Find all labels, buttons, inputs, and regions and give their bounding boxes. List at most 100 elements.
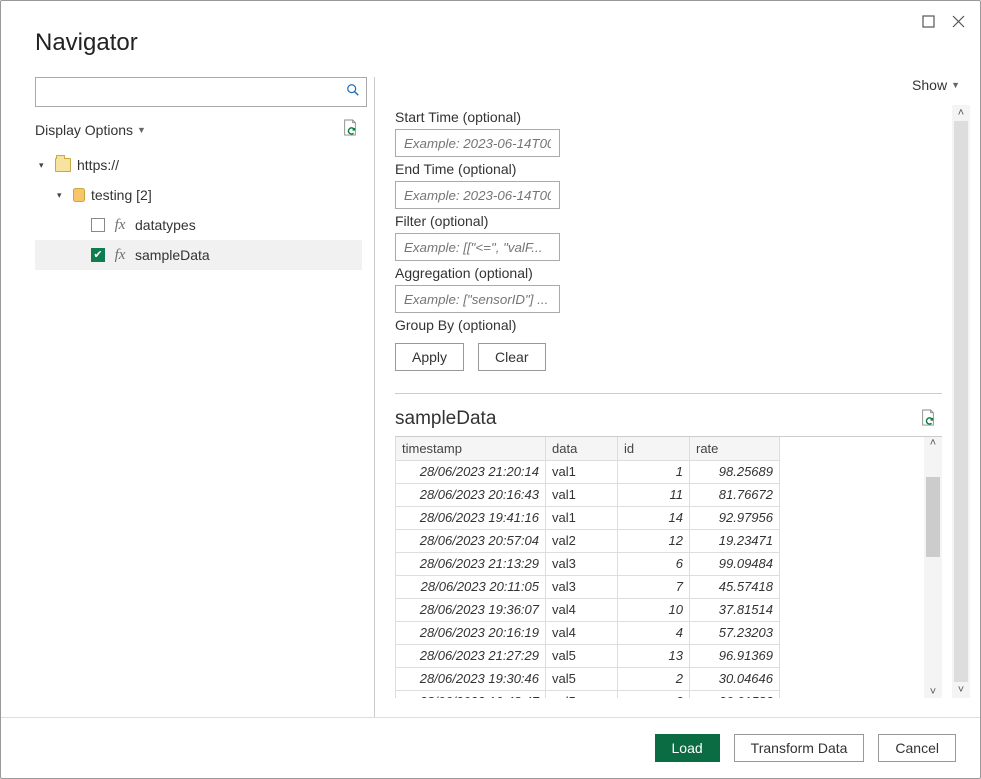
search-icon[interactable]: [346, 83, 360, 101]
table-row[interactable]: 28/06/2023 20:11:05val3745.57418: [396, 575, 780, 598]
tree-item-datatypes[interactable]: fx datatypes: [35, 210, 362, 240]
window-buttons: [916, 9, 970, 33]
start-time-label: Start Time (optional): [395, 109, 942, 125]
cell-rate: 98.25689: [690, 460, 780, 483]
start-time-input[interactable]: [402, 135, 553, 152]
cell-timestamp: 28/06/2023 21:20:14: [396, 460, 546, 483]
tree-item-label: sampleData: [135, 247, 362, 263]
cell-data: val5: [546, 667, 618, 690]
tree-node-testing[interactable]: ▾ testing [2]: [35, 180, 362, 210]
aggregation-input[interactable]: [402, 291, 553, 308]
scroll-down-icon[interactable]: ˅: [924, 686, 942, 698]
cell-id: 10: [618, 598, 690, 621]
tree-item-sampledata[interactable]: ✔ fx sampleData: [35, 240, 362, 270]
collapse-icon[interactable]: ▾: [57, 190, 67, 201]
col-id[interactable]: id: [618, 437, 690, 460]
scroll-up-icon[interactable]: ˄: [952, 107, 970, 119]
scroll-up-icon[interactable]: ˄: [924, 437, 942, 449]
table-row[interactable]: 28/06/2023 20:16:19val4457.23203: [396, 621, 780, 644]
cell-rate: 57.23203: [690, 621, 780, 644]
checkbox-checked-icon[interactable]: ✔: [91, 248, 105, 262]
chevron-down-icon: ▼: [951, 80, 960, 90]
preview-table: timestamp data id rate 28/06/2023 21:20:…: [395, 437, 780, 698]
scroll-thumb[interactable]: [926, 477, 940, 557]
cell-data: val5: [546, 644, 618, 667]
cell-id: 11: [618, 483, 690, 506]
titlebar: Navigator: [1, 1, 980, 57]
nav-tree: ▾ https:// ▾ testing [2] fx dataty: [35, 150, 362, 270]
table-row[interactable]: 28/06/2023 21:27:29val51396.91369: [396, 644, 780, 667]
cell-timestamp: 28/06/2023 10:48:47: [396, 690, 546, 698]
cell-timestamp: 28/06/2023 20:11:05: [396, 575, 546, 598]
table-row[interactable]: 28/06/2023 21:13:29val3699.09484: [396, 552, 780, 575]
cancel-button[interactable]: Cancel: [878, 734, 956, 762]
filter-label: Filter (optional): [395, 213, 942, 229]
cell-id: 2: [618, 667, 690, 690]
cell-timestamp: 28/06/2023 19:30:46: [396, 667, 546, 690]
aggregation-label: Aggregation (optional): [395, 265, 942, 281]
preview-title: sampleData: [395, 408, 496, 430]
group-by-label: Group By (optional): [395, 317, 942, 333]
table-row[interactable]: 28/06/2023 20:57:04val21219.23471: [396, 529, 780, 552]
window-title: Navigator: [35, 29, 138, 57]
table-scrollbar[interactable]: ˄ ˅: [924, 437, 942, 698]
cell-data: val3: [546, 552, 618, 575]
table-row[interactable]: 28/06/2023 20:16:43val11181.76672: [396, 483, 780, 506]
scroll-thumb[interactable]: [954, 121, 968, 682]
table-row[interactable]: 28/06/2023 19:36:07val41037.81514: [396, 598, 780, 621]
table-row[interactable]: 28/06/2023 19:41:16val11492.97956: [396, 506, 780, 529]
dialog-footer: Load Transform Data Cancel: [1, 717, 980, 778]
tree-node-label: testing [2]: [91, 187, 362, 203]
left-pane: Display Options ▼ ▾ https:// ▾ test: [35, 77, 375, 717]
cell-rate: 19.23471: [690, 529, 780, 552]
divider: [395, 393, 942, 394]
navigator-dialog: Navigator Display Options ▼: [0, 0, 981, 779]
display-options-dropdown[interactable]: Display Options ▼: [35, 122, 146, 138]
end-time-input[interactable]: [402, 187, 553, 204]
show-label: Show: [912, 77, 947, 93]
col-data[interactable]: data: [546, 437, 618, 460]
cell-id: 1: [618, 460, 690, 483]
parameters-form: ˄ ˅ Start Time (optional) End Time (opti…: [395, 105, 970, 698]
maximize-icon[interactable]: [916, 9, 940, 33]
show-dropdown[interactable]: Show ▼: [912, 77, 960, 93]
cell-data: val2: [546, 529, 618, 552]
refresh-icon[interactable]: [342, 119, 358, 140]
cell-id: 12: [618, 529, 690, 552]
tree-root-https[interactable]: ▾ https://: [35, 150, 362, 180]
display-options-label: Display Options: [35, 122, 133, 138]
cell-id: 13: [618, 644, 690, 667]
scroll-down-icon[interactable]: ˅: [952, 684, 970, 696]
cell-id: 6: [618, 552, 690, 575]
cell-timestamp: 28/06/2023 19:41:16: [396, 506, 546, 529]
search-box[interactable]: [35, 77, 367, 107]
table-header-row: timestamp data id rate: [396, 437, 780, 460]
collapse-icon[interactable]: ▾: [39, 160, 49, 171]
cell-rate: 81.76672: [690, 483, 780, 506]
transform-data-button[interactable]: Transform Data: [734, 734, 865, 762]
clear-button[interactable]: Clear: [478, 343, 545, 371]
close-icon[interactable]: [946, 9, 970, 33]
right-pane: Show ▼ ˄ ˅ Start Time (optional) End Tim…: [375, 77, 970, 717]
col-timestamp[interactable]: timestamp: [396, 437, 546, 460]
tree-item-label: datatypes: [135, 217, 362, 233]
form-scrollbar[interactable]: ˄ ˅: [952, 105, 970, 698]
load-button[interactable]: Load: [655, 734, 720, 762]
cell-id: 7: [618, 575, 690, 598]
cell-timestamp: 28/06/2023 21:13:29: [396, 552, 546, 575]
checkbox-unchecked-icon[interactable]: [91, 218, 105, 232]
filter-input[interactable]: [402, 239, 553, 256]
refresh-icon[interactable]: [920, 409, 936, 430]
table-row[interactable]: 28/06/2023 21:20:14val1198.25689: [396, 460, 780, 483]
fx-icon: fx: [111, 247, 129, 264]
table-row[interactable]: 28/06/2023 19:30:46val5230.04646: [396, 667, 780, 690]
cell-data: val3: [546, 575, 618, 598]
cell-timestamp: 28/06/2023 21:27:29: [396, 644, 546, 667]
table-row[interactable]: 28/06/2023 10:48:47val5320.01583: [396, 690, 780, 698]
apply-button[interactable]: Apply: [395, 343, 464, 371]
cell-rate: 37.81514: [690, 598, 780, 621]
col-rate[interactable]: rate: [690, 437, 780, 460]
cell-data: val4: [546, 598, 618, 621]
search-input[interactable]: [42, 83, 346, 101]
cell-id: 14: [618, 506, 690, 529]
